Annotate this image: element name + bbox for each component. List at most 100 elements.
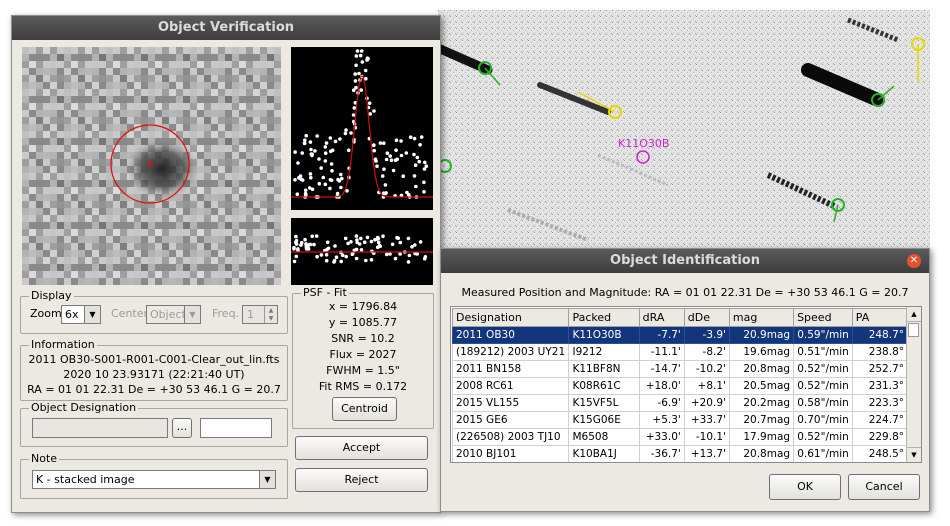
ok-button[interactable]: OK [769, 474, 841, 500]
residual-point [294, 254, 299, 259]
scroll-thumb[interactable] [908, 323, 919, 337]
dra-cell: -7.7' [638, 326, 685, 344]
residual-point [292, 245, 296, 250]
chevron-down-icon[interactable]: ▼ [184, 306, 200, 323]
object-identification-window: Object Identification ✕ Measured Positio… [440, 248, 930, 512]
mag-cell: 19.6mag [728, 343, 795, 361]
designation-browse-button[interactable]: ... [172, 418, 192, 438]
window-title: Object Identification [441, 249, 929, 273]
psf-sample-point [401, 174, 405, 178]
residual-point [398, 240, 403, 245]
psf-residual-graphic [291, 234, 433, 264]
spin-down-icon[interactable]: ▼ [264, 314, 277, 323]
table-row[interactable]: 2011 OB30 K11O30B -7.7' -3.9' 20.9mag 0.59"/m… [451, 326, 909, 344]
column-header[interactable]: dDe [683, 308, 730, 327]
psf-sample-point [360, 60, 365, 64]
scroll-down-icon[interactable]: ▼ [907, 447, 921, 462]
psf-residual-plot [291, 218, 433, 285]
psf-fwhm: FWHM = 1.5" [326, 364, 400, 377]
table-row[interactable]: (189212) 2003 UY21 I9212 -11.1' -8.2' 19.6ma… [451, 343, 909, 361]
psf-sample-point [323, 151, 328, 155]
residual-point [362, 240, 367, 244]
zoom-label: Zoom [30, 307, 62, 320]
designation-input[interactable] [32, 418, 168, 438]
zoom-image[interactable] [22, 47, 281, 285]
table-row[interactable]: 2011 BN158 K11BF8N -14.7' -10.2' 20.8mag 0.52… [451, 360, 909, 378]
object-verification-window: Object Verification Display Zoom 6x ▼ Ce… [11, 15, 441, 513]
cancel-button[interactable]: Cancel [848, 474, 920, 500]
note-value: K - stacked image [36, 473, 135, 486]
residual-point [332, 260, 336, 264]
freq-spinner[interactable]: 1 ▲ ▼ [242, 305, 278, 324]
scroll-up-icon[interactable]: ▲ [907, 307, 921, 322]
psf-sample-point [349, 131, 353, 135]
dde-cell: +8.1' [683, 377, 730, 395]
table-row[interactable]: 2008 RC61 K08R61C +18.0' +8.1' 20.5mag 0.52"/… [451, 377, 909, 395]
reject-button[interactable]: Reject [295, 468, 428, 492]
psf-profile-plot [291, 47, 433, 210]
column-header[interactable]: PA [851, 308, 909, 327]
column-header[interactable]: mag [728, 308, 795, 327]
residual-point [344, 254, 348, 259]
psf-sample-point [309, 147, 313, 152]
chevron-down-icon[interactable]: ▼ [259, 471, 275, 488]
packed-cell: I9212 [568, 343, 640, 361]
psf-sample-point [323, 145, 328, 149]
mag-cell: 20.7mag [728, 411, 795, 429]
packed-cell: K08R61C [568, 377, 640, 395]
psf-sample-point [333, 139, 338, 144]
column-header[interactable]: Designation [451, 308, 570, 327]
residual-point [415, 252, 419, 256]
packed-cell: K15VF5L [568, 394, 640, 412]
psf-sample-point [357, 71, 361, 76]
dra-cell: -14.7' [638, 360, 685, 378]
center-label: Center [111, 307, 149, 320]
designation-extra-input[interactable] [200, 418, 272, 438]
residual-point [423, 255, 428, 259]
table-row[interactable]: (226508) 2003 TJ10 M6508 +33.0' -10.1' 17.9m… [451, 428, 909, 446]
residual-point [294, 238, 299, 243]
psf-sample-point [323, 182, 328, 187]
window-title: Object Verification [12, 16, 440, 40]
psf-sample-point [339, 172, 343, 177]
residual-point [354, 256, 359, 261]
center-select[interactable]: Object ▼ [146, 305, 201, 324]
psf-sample-point [358, 53, 363, 58]
residual-point [326, 246, 331, 251]
psf-sample-point [366, 57, 370, 61]
designation-cell: 2015 VL155 [451, 394, 570, 412]
column-header[interactable]: Packed [568, 308, 640, 327]
psf-sample-point [297, 176, 301, 180]
psf-sample-point [404, 151, 409, 155]
table-row[interactable]: 2015 GE6 K15G06E +5.3' +33.7' 20.7mag 0.70"/m… [451, 411, 909, 429]
zoom-select[interactable]: 6x ▼ [61, 305, 101, 324]
note-select[interactable]: K - stacked image ▼ [32, 470, 276, 489]
psf-sample-point [389, 158, 394, 162]
speed-cell: 0.58"/min [793, 394, 853, 412]
residual-point [378, 244, 382, 249]
chevron-down-icon[interactable]: ▼ [84, 306, 100, 323]
close-icon[interactable]: ✕ [907, 254, 921, 268]
psf-sample-point [296, 161, 300, 165]
column-header[interactable]: Speed [793, 308, 853, 327]
dde-cell: -3.9' [683, 326, 730, 344]
accept-button[interactable]: Accept [295, 436, 428, 460]
dra-cell: +5.3' [638, 411, 685, 429]
residual-point [388, 252, 392, 256]
column-header[interactable]: dRA [638, 308, 685, 327]
psf-sample-point [352, 106, 357, 110]
centroid-button[interactable]: Centroid [332, 397, 397, 421]
note-group-label: Note [29, 452, 60, 465]
psf-sample-point [372, 109, 376, 113]
speed-cell: 0.59"/min [793, 326, 853, 344]
table-scrollbar[interactable]: ▲ ▼ [906, 307, 921, 462]
psf-sample-point [339, 185, 343, 190]
table-row[interactable]: 2010 BJ101 K10BA1J -36.7' +13.7' 20.8mag 0.61… [451, 445, 909, 462]
psf-sample-point [324, 141, 329, 145]
table-row[interactable]: 2015 VL155 K15VF5L -6.9' +20.9' 20.2mag 0.58"… [451, 394, 909, 412]
speed-cell: 0.51"/min [793, 343, 853, 361]
display-group: Display Zoom 6x ▼ Center Object ▼ Freq. … [20, 289, 288, 334]
psf-y: y = 1085.77 [328, 316, 398, 329]
psf-sample-point [343, 131, 348, 136]
psf-sample-point [414, 184, 418, 189]
